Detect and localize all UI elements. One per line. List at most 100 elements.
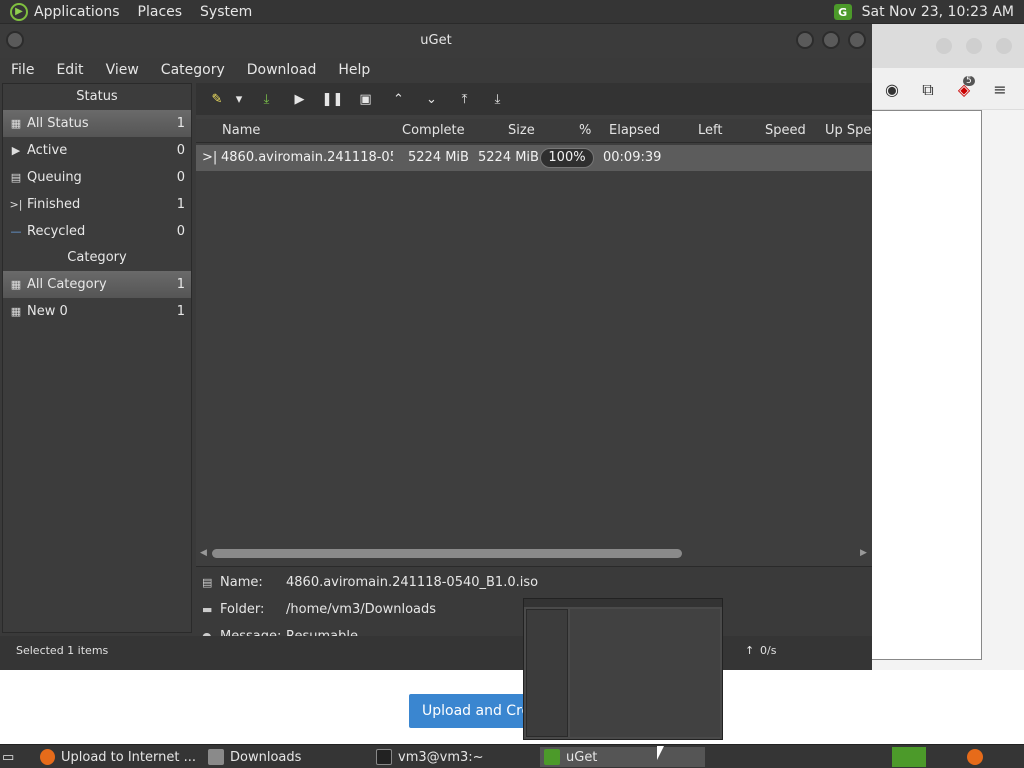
- sidebar-item-recycled[interactable]: — Recycled 0: [3, 218, 191, 245]
- sidebar-item-finished[interactable]: >| Finished 1: [3, 191, 191, 218]
- menu-edit[interactable]: Edit: [56, 62, 83, 78]
- sidebar-item-active[interactable]: ▶ Active 0: [3, 137, 191, 164]
- play-icon: ▶: [11, 144, 21, 157]
- list-header: Name Complete Size % Elapsed Left Speed …: [196, 119, 872, 143]
- menu-places[interactable]: Places: [138, 4, 183, 20]
- category-icon: ▦: [10, 305, 22, 318]
- browser-maximize-button[interactable]: [966, 38, 982, 54]
- move-bottom-icon[interactable]: ⤓: [481, 87, 514, 111]
- menu-view[interactable]: View: [106, 62, 139, 78]
- category-header: Category: [67, 250, 127, 265]
- category-icon: ▦: [10, 278, 22, 291]
- start-icon[interactable]: ▶: [283, 87, 316, 111]
- column-elapsed[interactable]: Elapsed: [609, 119, 660, 143]
- move-up-icon[interactable]: ⌃: [382, 87, 415, 111]
- detail-folder-label: Folder:: [220, 602, 265, 617]
- finished-icon: >|: [9, 198, 23, 211]
- task-label: Downloads: [230, 749, 302, 765]
- sidebar-item-count: 0: [176, 170, 185, 185]
- uget-icon: [544, 749, 560, 765]
- window-title: uGet: [420, 33, 452, 48]
- row-name: 4860.aviromain.241118-0540: [221, 150, 393, 165]
- menu-download[interactable]: Download: [247, 62, 317, 78]
- minimize-button[interactable]: [796, 31, 814, 49]
- properties-icon[interactable]: ▣: [349, 87, 382, 111]
- status-header: Status: [76, 89, 118, 104]
- column-left[interactable]: Left: [698, 119, 722, 143]
- sidebar: Status ▦ All Status 1 ▶ Active 0 ▤ Queui…: [2, 83, 192, 633]
- browser-content: [870, 110, 982, 660]
- task-terminal[interactable]: vm3@vm3:~: [372, 747, 532, 767]
- scroll-right-icon[interactable]: ▶: [860, 547, 867, 559]
- preview-pane: [570, 609, 720, 737]
- scrollbar-thumb[interactable]: [212, 549, 682, 558]
- menu-file[interactable]: File: [11, 62, 34, 78]
- menu-category[interactable]: Category: [161, 62, 225, 78]
- task-label: Upload to Internet ...: [60, 749, 196, 765]
- folder-icon: ▬: [202, 603, 213, 616]
- browser-close-button[interactable]: [996, 38, 1012, 54]
- column-size[interactable]: Size: [508, 119, 535, 143]
- clock[interactable]: Sat Nov 23, 10:23 AM: [862, 4, 1014, 20]
- upload-speed: 0/s: [760, 644, 777, 657]
- selected-count: Selected 1 items: [16, 644, 109, 657]
- detail-folder-value: /home/vm3/Downloads: [286, 602, 437, 617]
- move-down-icon[interactable]: ⌄: [415, 87, 448, 111]
- preview-titlebar: [524, 599, 722, 607]
- chevron-down-icon[interactable]: ▾: [228, 87, 250, 111]
- sidebar-item-label: Active: [27, 143, 68, 158]
- row-complete: 5224 MiB: [408, 150, 469, 165]
- column-up-speed[interactable]: Up Spee: [825, 119, 872, 143]
- menu-help[interactable]: Help: [338, 62, 370, 78]
- show-desktop-icon[interactable]: ▭: [2, 747, 24, 767]
- window-preview-thumbnail[interactable]: [523, 598, 723, 740]
- task-upload[interactable]: Upload to Internet ...: [36, 747, 196, 767]
- task-uget[interactable]: uGet: [540, 747, 705, 767]
- pause-icon[interactable]: ❚❚: [316, 87, 349, 111]
- ublock-badge: 5: [963, 76, 975, 86]
- menu-applications[interactable]: Applications: [34, 4, 120, 20]
- menubar: File Edit View Category Download Help: [0, 58, 872, 82]
- uget-tray-icon[interactable]: G: [833, 4, 852, 20]
- column-name[interactable]: Name: [222, 119, 260, 143]
- browser-minimize-button[interactable]: [936, 38, 952, 54]
- sidebar-item-all-status[interactable]: ▦ All Status 1: [3, 110, 191, 137]
- preview-sidebar: [526, 609, 568, 737]
- window-titlebar[interactable]: uGet: [0, 24, 872, 58]
- sidebar-item-label: Queuing: [27, 170, 82, 185]
- all-status-icon: ▦: [10, 117, 22, 130]
- move-top-icon[interactable]: ⤒: [448, 87, 481, 111]
- batch-download-icon[interactable]: ⤓: [250, 87, 283, 111]
- row-elapsed: 00:09:39: [603, 150, 662, 165]
- column-percent[interactable]: %: [579, 119, 591, 143]
- distro-logo-icon[interactable]: ▶: [10, 2, 28, 21]
- new-download-icon[interactable]: ✎: [206, 87, 228, 111]
- maximize-button[interactable]: [822, 31, 840, 49]
- horizontal-scrollbar[interactable]: ◀ ▶: [200, 547, 867, 559]
- firefox-icon: [40, 749, 55, 765]
- download-pane: ✎ ▾ ⤓ ▶ ❚❚ ▣ ⌃ ⌄ ⤒ ⤓ Name Complete Size …: [196, 83, 872, 633]
- menu-system[interactable]: System: [200, 4, 252, 20]
- account-icon[interactable]: ◉: [882, 80, 902, 100]
- statusbar: Selected 1 items ↑ 0/s: [0, 636, 872, 670]
- sidebar-item-label: Recycled: [27, 224, 86, 239]
- scroll-left-icon[interactable]: ◀: [200, 547, 207, 559]
- table-row[interactable]: >| 4860.aviromain.241118-0540 5224 MiB 5…: [196, 145, 872, 171]
- extensions-icon[interactable]: ⧉: [918, 80, 938, 100]
- firefox-launcher-icon[interactable]: [958, 747, 992, 767]
- workspace-switcher-icon[interactable]: [892, 747, 926, 767]
- hamburger-menu-icon[interactable]: ≡: [990, 80, 1010, 100]
- close-button[interactable]: [848, 31, 866, 49]
- task-label: uGet: [566, 749, 598, 765]
- sidebar-item-all-category[interactable]: ▦ All Category 1: [3, 271, 191, 298]
- column-complete[interactable]: Complete: [402, 119, 465, 143]
- sidebar-item-queuing[interactable]: ▤ Queuing 0: [3, 164, 191, 191]
- sidebar-item-label: All Category: [27, 277, 107, 292]
- window-menu-button[interactable]: [6, 31, 24, 49]
- task-downloads[interactable]: Downloads: [204, 747, 364, 767]
- detail-folder: ▬ Folder: /home/vm3/Downloads: [202, 596, 436, 623]
- column-speed[interactable]: Speed: [765, 119, 806, 143]
- firefox-icon: [967, 749, 983, 765]
- top-panel: ▶ Applications Places System G Sat Nov 2…: [0, 0, 1024, 24]
- sidebar-item-new-0[interactable]: ▦ New 0 1: [3, 298, 191, 325]
